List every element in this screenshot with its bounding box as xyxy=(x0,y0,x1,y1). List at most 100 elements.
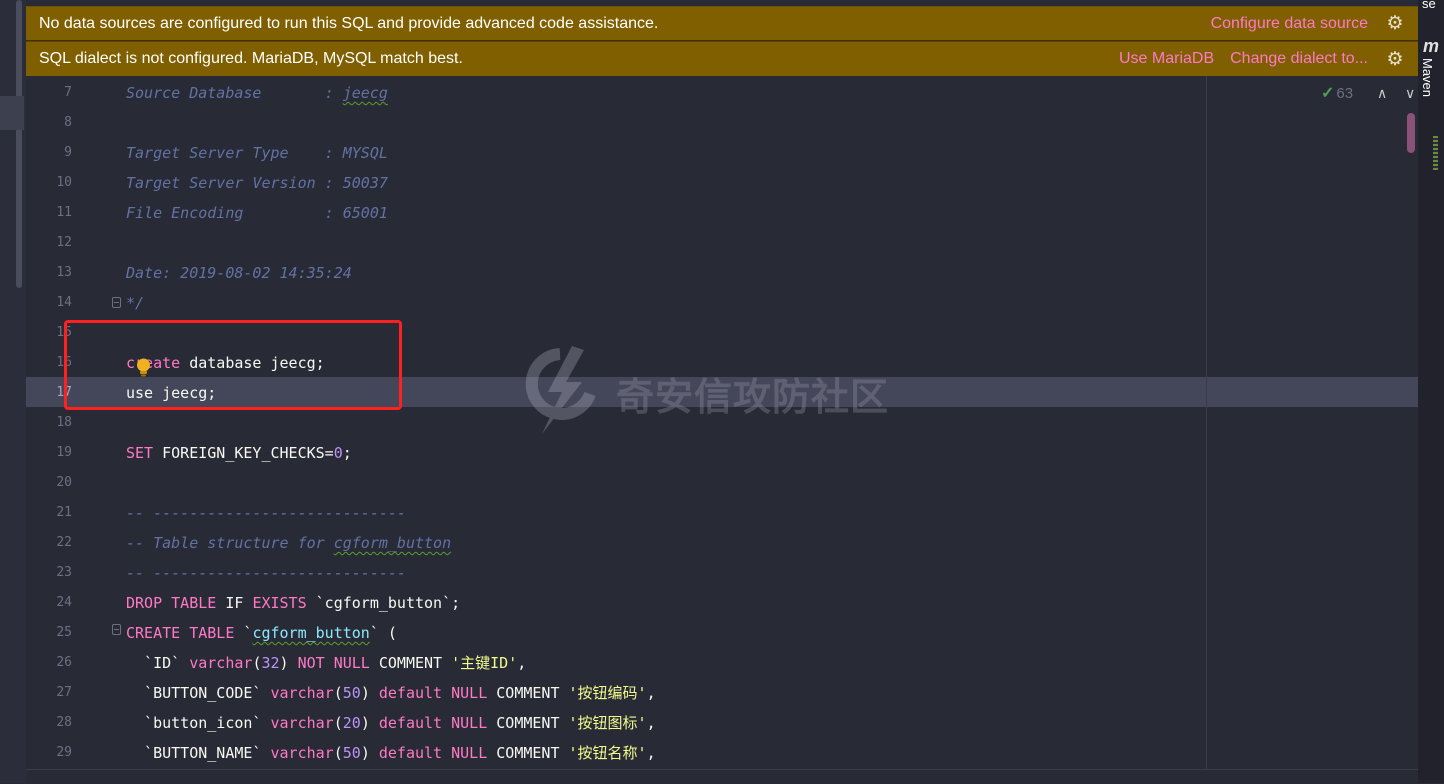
number-literal: 50 xyxy=(342,744,361,762)
annotation-highlight-box xyxy=(64,320,402,410)
project-panel-scrollbar[interactable] xyxy=(16,0,22,288)
fold-marker-icon[interactable] xyxy=(112,624,121,635)
line-number: 10 xyxy=(56,175,72,190)
column-name: `ID` xyxy=(126,654,190,672)
code-text: ) xyxy=(279,654,298,672)
code-line[interactable]: 22 -- Table structure for cgform_button xyxy=(26,528,1418,558)
line-content: CREATE TABLE `cgform_button` ( xyxy=(126,618,397,648)
fold-marker-icon[interactable] xyxy=(112,297,121,308)
code-text: `cgform_button`; xyxy=(306,594,461,612)
line-number: 26 xyxy=(56,655,72,670)
line-content: `BUTTON_CODE` varchar(50) default NULL C… xyxy=(126,678,656,708)
line-number: 27 xyxy=(56,685,72,700)
code-line[interactable]: 28 `button_icon` varchar(20) default NUL… xyxy=(26,708,1418,738)
code-line[interactable]: 23 -- ---------------------------- xyxy=(26,558,1418,588)
gear-icon[interactable]: ⚙ xyxy=(1384,12,1406,35)
lightbulb-icon[interactable] xyxy=(135,357,152,379)
keyword: CREATE TABLE xyxy=(126,624,235,642)
line-number: 24 xyxy=(56,595,72,610)
maven-icon[interactable]: m xyxy=(1423,36,1439,57)
configure-data-source-link[interactable]: Configure data source xyxy=(1211,15,1368,33)
number-literal: 32 xyxy=(261,654,280,672)
code-line[interactable]: 27 `BUTTON_CODE` varchar(50) default NUL… xyxy=(26,678,1418,708)
watermark-logo-icon xyxy=(525,346,596,434)
line-content: */ xyxy=(126,294,145,312)
project-panel-selection xyxy=(0,96,24,130)
code-text: ( xyxy=(333,744,343,762)
string-literal: '按钮编码' xyxy=(568,684,647,702)
line-content: -- ---------------------------- xyxy=(126,564,406,582)
code-line[interactable]: 8 xyxy=(26,108,1418,138)
code-text: , xyxy=(517,654,527,672)
line-number: 25 xyxy=(56,625,72,640)
line-content: -- Table structure for cgform_button xyxy=(126,528,451,558)
type-keyword: varchar xyxy=(270,684,334,702)
code-line[interactable]: 26 `ID` varchar(32) NOT NULL COMMENT '主键… xyxy=(26,648,1418,678)
change-dialect-link[interactable]: Change dialect to... xyxy=(1230,50,1368,68)
line-content: -- ---------------------------- xyxy=(126,504,406,522)
line-number: 22 xyxy=(56,535,72,550)
number-literal: 50 xyxy=(342,684,361,702)
column-name: `BUTTON_NAME` xyxy=(126,744,271,762)
string-literal: '主键ID' xyxy=(451,654,518,672)
string-literal: '按钮名称' xyxy=(568,744,647,762)
code-line[interactable]: 14 */ xyxy=(26,288,1418,318)
table-identifier: cgform_button xyxy=(252,624,370,642)
code-text: ` xyxy=(234,624,253,642)
code-text: , xyxy=(646,684,656,702)
comment-text: cgform_button xyxy=(333,534,452,552)
column-name: `button_icon` xyxy=(126,714,271,732)
line-content: `button_icon` varchar(20) default NULL C… xyxy=(126,708,656,738)
code-line[interactable]: 21 -- ---------------------------- xyxy=(26,498,1418,528)
maven-tool-tab[interactable]: Maven xyxy=(1420,58,1435,97)
code-text: , xyxy=(646,744,656,762)
line-number: 13 xyxy=(56,265,72,280)
code-line[interactable]: 9 Target Server Type : MYSQL xyxy=(26,138,1418,168)
code-line[interactable]: 11 File Encoding : 65001 xyxy=(26,198,1418,228)
right-tool-strip: se m Maven xyxy=(1418,0,1444,783)
line-number: 19 xyxy=(56,445,72,460)
gear-icon[interactable]: ⚙ xyxy=(1384,48,1406,71)
horizontal-scroll-area[interactable] xyxy=(26,769,1418,784)
line-number: 29 xyxy=(56,745,72,760)
code-text: ) xyxy=(360,744,379,762)
code-line[interactable]: 20 xyxy=(26,468,1418,498)
line-number: 28 xyxy=(56,715,72,730)
line-content: Target Server Version : 50037 xyxy=(126,174,388,192)
keyword: NOT NULL xyxy=(297,654,370,672)
code-line[interactable]: 7 Source Database : jeecg xyxy=(26,78,1418,108)
code-text: ( xyxy=(333,684,343,702)
comment-text: Source Database : xyxy=(126,84,343,102)
line-content: SET FOREIGN_KEY_CHECKS=0; xyxy=(126,438,352,468)
code-line[interactable]: 13 Date: 2019-08-02 14:35:24 xyxy=(26,258,1418,288)
line-content: DROP TABLE IF EXISTS `cgform_button`; xyxy=(126,588,460,618)
line-content: `BUTTON_NAME` varchar(50) default NULL C… xyxy=(126,738,656,768)
line-content: Date: 2019-08-02 14:35:24 xyxy=(126,264,352,282)
code-line[interactable]: 29 `BUTTON_NAME` varchar(50) default NUL… xyxy=(26,738,1418,768)
dialect-banner-message: SQL dialect is not configured. MariaDB, … xyxy=(39,50,463,67)
code-line[interactable]: 19 SET FOREIGN_KEY_CHECKS=0; xyxy=(26,438,1418,468)
keyword: default NULL xyxy=(378,714,488,732)
line-number: 12 xyxy=(56,235,72,250)
code-line[interactable]: 24 DROP TABLE IF EXISTS `cgform_button`; xyxy=(26,588,1418,618)
type-keyword: varchar xyxy=(189,654,253,672)
code-text: IF xyxy=(216,594,253,612)
error-stripe-markers[interactable] xyxy=(1433,136,1438,170)
code-line[interactable]: 12 xyxy=(26,228,1418,258)
line-content: `ID` varchar(32) NOT NULL COMMENT '主键ID'… xyxy=(126,648,526,678)
line-content: Target Server Type : MYSQL xyxy=(126,144,388,162)
line-content: File Encoding : 65001 xyxy=(126,204,388,222)
line-number: 9 xyxy=(64,145,72,160)
database-tool-tab[interactable]: se xyxy=(1422,0,1436,11)
line-number: 18 xyxy=(56,415,72,430)
keyword: SET xyxy=(126,444,154,462)
dialect-banner: SQL dialect is not configured. MariaDB, … xyxy=(26,41,1418,76)
code-line[interactable]: 25 CREATE TABLE `cgform_button` ( xyxy=(26,618,1418,648)
keyword: default NULL xyxy=(378,744,488,762)
line-number: 14 xyxy=(56,295,72,310)
code-line[interactable]: 10 Target Server Version : 50037 xyxy=(26,168,1418,198)
datasource-banner: No data sources are configured to run th… xyxy=(26,6,1418,40)
code-text: FOREIGN_KEY_CHECKS= xyxy=(153,444,334,462)
use-mariadb-link[interactable]: Use MariaDB xyxy=(1119,50,1214,68)
code-text: COMMENT xyxy=(487,684,569,702)
